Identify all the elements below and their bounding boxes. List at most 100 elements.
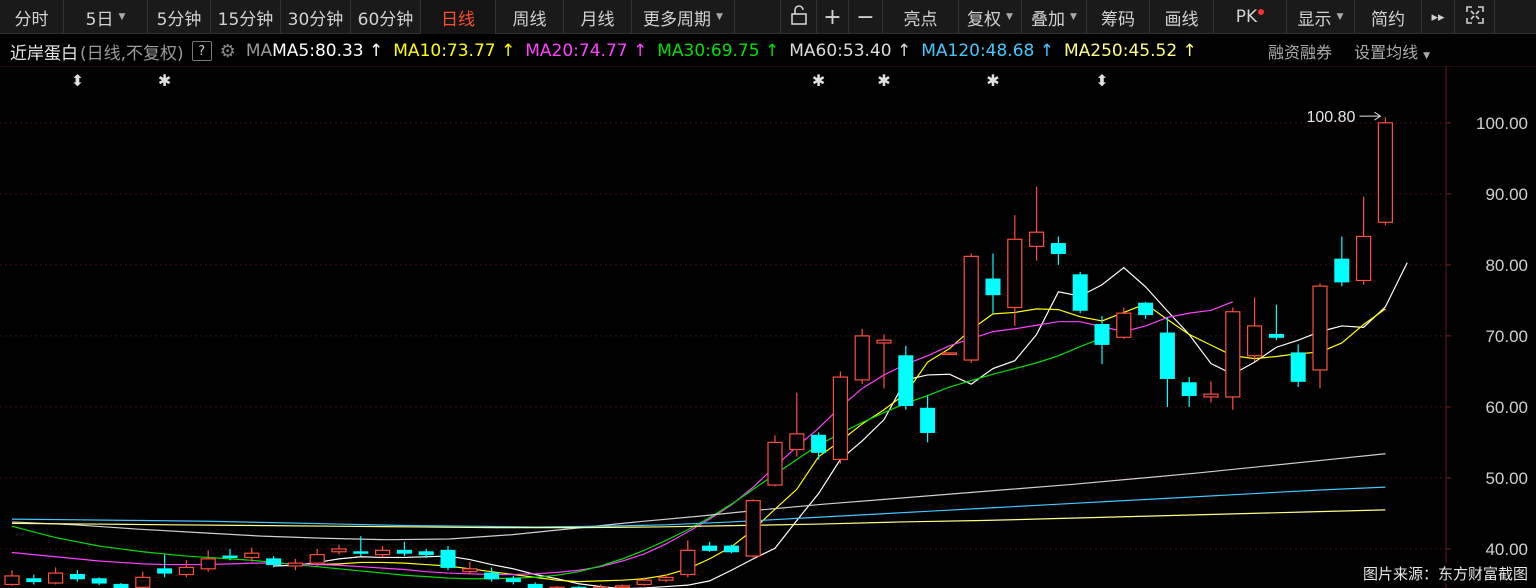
tab-period-2-label: 5分钟 (156, 9, 202, 30)
ma-value-4: MA60:53.40 ↑ (789, 41, 912, 61)
price-tick-label: 40.00 (1485, 540, 1528, 559)
ma-values: MA5:80.33 ↑ MA10:73.77 ↑ MA20:74.77 ↑ MA30:… (272, 41, 1207, 61)
candle-body-down (266, 558, 282, 566)
tool-button-10[interactable]: 简约 (1355, 0, 1422, 34)
tool-button-6-label: 筹码 (1101, 9, 1135, 30)
candle-body-up (1225, 311, 1241, 398)
ma-value-1: MA10:73.77 ↑ (393, 41, 516, 61)
tab-period-5[interactable]: 60分钟 (351, 0, 421, 34)
candle-body-up (614, 585, 631, 588)
candle-body-down (920, 407, 936, 433)
candle-body-up (287, 562, 303, 567)
candle-body-down (505, 578, 521, 583)
ma-line-ma60 (11, 453, 1386, 541)
candle-body-up (1355, 235, 1372, 282)
candle-body-up (244, 552, 260, 559)
tab-period-0[interactable]: 分时 (0, 0, 64, 34)
candle-body-down (1050, 243, 1066, 254)
candle-body-up (1377, 122, 1394, 223)
candle-body-up (1116, 312, 1132, 338)
tool-button-4[interactable]: 复权 ▼ (959, 0, 1022, 34)
ma-setting-dropdown[interactable]: 设置均线 ▼ (1354, 39, 1430, 63)
candle-body-up (636, 579, 652, 586)
candle-body-down (1072, 274, 1088, 311)
tab-period-3[interactable]: 15分钟 (211, 0, 281, 34)
candle-body-up (178, 566, 194, 576)
help-button[interactable]: ? (191, 41, 212, 61)
candle-body-up (767, 441, 783, 486)
candle-body-up (963, 255, 979, 361)
candle-body-up (789, 433, 805, 451)
tool-button-7[interactable]: 画线 (1150, 0, 1214, 34)
tool-button-3[interactable]: 亮点 (883, 0, 959, 34)
ma-value-5: MA120:48.68 ↑ (921, 41, 1054, 61)
event-marker-icon: ⬍ (71, 73, 84, 90)
candle-body-down (157, 568, 173, 574)
tab-period-7[interactable]: 周线 (496, 0, 564, 34)
kline-chart[interactable]: 40.00 50.00 60.00 70.00 80.00 90.00 100.00 ⬍ ✱ ✱ ✱… (0, 65, 1536, 588)
candle-body-down (69, 574, 85, 580)
event-marker-icon: ✱ (158, 73, 171, 90)
price-tick-label: 50.00 (1485, 469, 1528, 488)
tab-period-1-label: 5日 (85, 9, 114, 30)
candle-body-up (941, 352, 958, 356)
ma-line-ma10 (317, 303, 1386, 583)
tool-button-6[interactable]: 筹码 (1087, 0, 1150, 34)
candle-body-down (91, 578, 107, 584)
candle-body-down (1268, 333, 1284, 338)
candle-body-up (4, 575, 20, 586)
kline-chart-svg[interactable]: 40.00 50.00 60.00 70.00 80.00 90.00 100.00 ⬍ ✱ ✱ ✱… (0, 65, 1536, 588)
tab-period-6-label: 日线 (441, 9, 475, 30)
tool-button-11[interactable]: ▸▸ (1422, 0, 1455, 34)
candle-body-down (898, 355, 914, 406)
candle-body-down (418, 551, 434, 556)
tool-button-1[interactable]: + (817, 0, 849, 34)
candle-body-up (309, 554, 325, 564)
tab-period-8[interactable]: 月线 (564, 0, 632, 34)
candle-body-up (680, 549, 696, 576)
tab-period-1[interactable]: 5日 ▼ (64, 0, 148, 34)
tool-button-9[interactable]: 显示 ▼ (1287, 0, 1355, 34)
gear-icon[interactable]: ⚙ (220, 41, 236, 62)
tool-button-12[interactable] (1455, 0, 1495, 34)
candle-body-up (1246, 325, 1263, 357)
tab-period-6[interactable]: 日线 (421, 0, 496, 34)
tab-period-2[interactable]: 5分钟 (148, 0, 211, 34)
candle-body-down (723, 545, 739, 553)
tool-button-2[interactable]: − (849, 0, 883, 34)
period-toolbar: 分时 5日 ▼ 5分钟 15分钟 30分钟 60分钟 日线 周线 月线 更多周期 ▼ + − 亮点 复权 ▼ 叠加… (0, 0, 1536, 34)
fullscreen-icon (1465, 5, 1484, 29)
candle-body-up (331, 548, 347, 553)
margin-trading-link[interactable]: 融资融券 (1268, 39, 1332, 63)
tab-period-4[interactable]: 30分钟 (281, 0, 351, 34)
tool-button-0[interactable] (781, 0, 817, 34)
ma-line-ma20 (11, 301, 1234, 576)
event-marker-icon: ✱ (986, 73, 999, 90)
tool-button-7-label: 画线 (1164, 9, 1199, 30)
candle-body-down (113, 583, 129, 588)
candle-body-down (1290, 352, 1306, 382)
zoom-out-icon: − (856, 4, 875, 30)
tool-button-8[interactable]: PK (1214, 0, 1287, 34)
notification-dot (1258, 9, 1265, 15)
ma-setting-label: 设置均线 (1354, 43, 1419, 62)
right-links: 融资融券 设置均线 ▼ (1246, 36, 1430, 66)
chevron-down-icon: ▼ (1423, 51, 1430, 61)
stock-name: 近岸蛋白 (10, 43, 78, 64)
candle-body-down (1159, 332, 1175, 379)
ma-value-0: MA5:80.33 ↑ (272, 41, 384, 61)
tab-period-5-label: 60分钟 (357, 9, 414, 30)
chevron-down-icon: ▼ (1070, 12, 1077, 22)
tab-period-9[interactable]: 更多周期 ▼ (632, 0, 735, 34)
high-price-label: 100.80 (1306, 109, 1355, 126)
tab-period-4-label: 30分钟 (287, 9, 344, 30)
candle-body-up (876, 339, 892, 344)
tool-button-4-label: 复权 (967, 9, 1002, 30)
candle-body-down (484, 572, 500, 580)
candle-body-up (462, 568, 478, 573)
candle-body-down (440, 549, 456, 568)
candle-body-up (854, 335, 870, 381)
tool-button-5-label: 叠加 (1031, 9, 1066, 30)
candle-body-down (396, 549, 412, 554)
tool-button-5[interactable]: 叠加 ▼ (1022, 0, 1087, 34)
